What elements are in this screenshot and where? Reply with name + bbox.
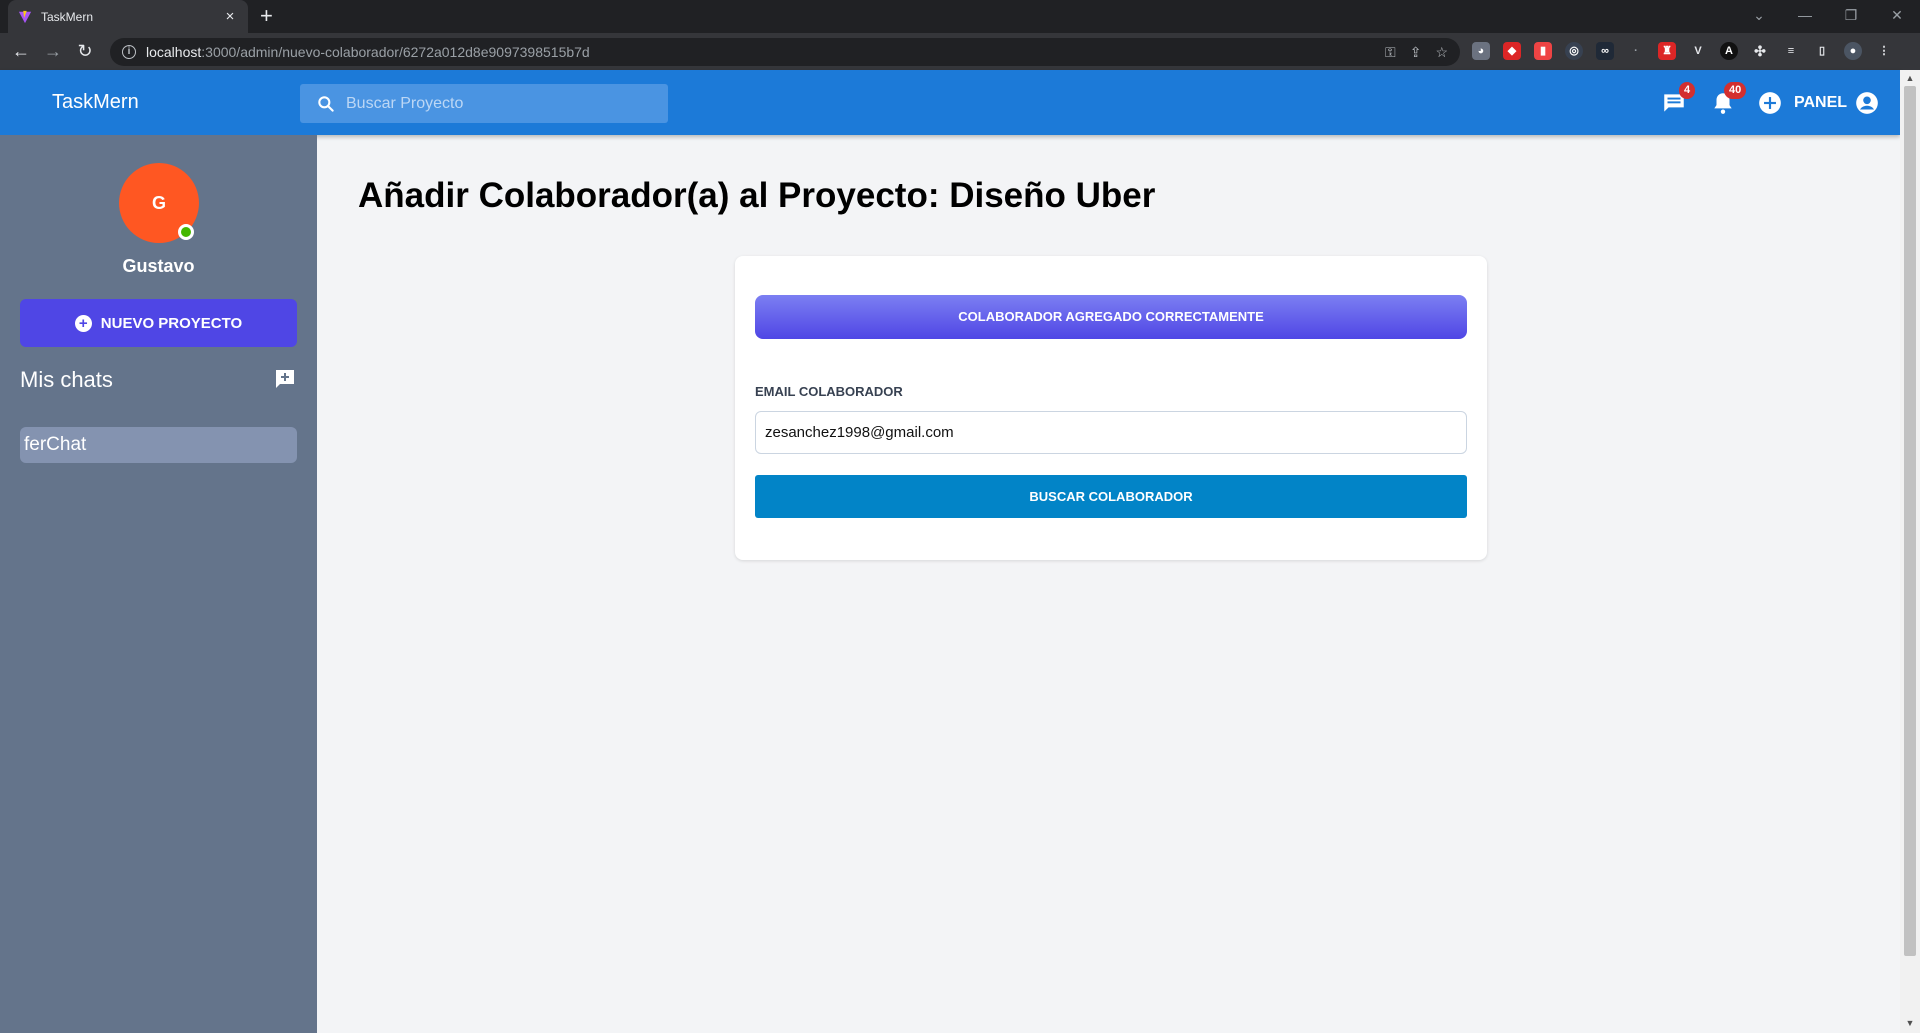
new-project-button[interactable]: + NUEVO PROYECTO	[20, 299, 297, 347]
share-icon[interactable]: ⇪	[1410, 44, 1422, 61]
panel-link[interactable]: PANEL	[1794, 94, 1847, 112]
tab-title: TaskMern	[41, 9, 94, 24]
add-circle-icon[interactable]	[1757, 90, 1783, 116]
side-panel-icon[interactable]: ▯	[1813, 42, 1831, 60]
extension-v-icon[interactable]: V	[1689, 42, 1707, 60]
url-text[interactable]: localhost:3000/admin/nuevo-colaborador/6…	[146, 44, 1385, 60]
email-field[interactable]	[755, 411, 1467, 454]
browser-tab-bar: TaskMern × + ⌄ — ❐ ✕	[0, 0, 1920, 33]
success-alert: Colaborador agregado correctamente	[755, 295, 1467, 339]
close-window-icon[interactable]: ✕	[1874, 0, 1920, 30]
search-collaborator-button[interactable]: Buscar Colaborador	[755, 475, 1467, 518]
window-controls: ⌄ — ❐ ✕	[1736, 0, 1920, 30]
chats-heading: Mis chats	[20, 367, 113, 392]
vite-favicon-icon	[18, 10, 32, 23]
notification-badge: 40	[1724, 82, 1747, 99]
extension-glasses-icon[interactable]: ∞	[1596, 42, 1614, 60]
email-label: Email Colaborador	[755, 384, 903, 399]
add-chat-icon[interactable]	[275, 369, 295, 389]
page-scrollbar[interactable]: ▲ ▼	[1900, 70, 1920, 1033]
bookmark-star-icon[interactable]: ☆	[1435, 44, 1448, 61]
extension-red-icon[interactable]: ▮	[1534, 42, 1552, 60]
forward-arrow-icon[interactable]: →	[42, 41, 64, 61]
extensions-puzzle-icon[interactable]: ✣	[1751, 42, 1769, 60]
chat-list-item[interactable]: ferChat	[20, 427, 297, 463]
browser-toolbar: ← → ↻ i localhost:3000/admin/nuevo-colab…	[0, 33, 1920, 70]
back-arrow-icon[interactable]: ←	[10, 41, 32, 61]
extension-a-icon[interactable]: A	[1720, 42, 1738, 60]
minimize-icon[interactable]: —	[1782, 0, 1828, 30]
search-input[interactable]	[346, 94, 646, 113]
browser-tab[interactable]: TaskMern ×	[8, 0, 248, 33]
profile-avatar-icon[interactable]: ●	[1844, 42, 1862, 60]
account-circle-icon[interactable]	[1854, 90, 1880, 116]
online-status-dot	[178, 224, 194, 240]
page-title: Añadir Colaborador(a) al Proyecto: Diseñ…	[358, 176, 1156, 215]
username: Gustavo	[122, 256, 195, 276]
new-project-label: NUEVO PROYECTO	[100, 314, 243, 332]
plus-circle-icon: +	[74, 314, 92, 332]
sidebar: G Gustavo + NUEVO PROYECTO Mis chats fer…	[0, 135, 317, 1033]
extension-cat-icon[interactable]: ◕	[1472, 42, 1490, 60]
extensions-area: ◕ ◆ ▮ ◎ ∞ · ♜ V A ✣ ≡ ▯ ● ⋮	[1472, 42, 1893, 60]
reload-icon[interactable]: ↻	[74, 41, 96, 61]
search-icon	[318, 95, 334, 112]
extension-dim-icon[interactable]: ·	[1627, 42, 1645, 60]
browser-menu-icon[interactable]: ⋮	[1875, 42, 1893, 60]
scroll-down-icon[interactable]: ▼	[1900, 1018, 1920, 1028]
media-control-icon[interactable]: ≡	[1782, 42, 1800, 60]
extension-circle-icon[interactable]: ◎	[1565, 42, 1583, 60]
collaborator-form-card: Colaborador agregado correctamente Email…	[735, 256, 1487, 560]
extension-shield-icon[interactable]: ◆	[1503, 42, 1521, 60]
site-info-icon[interactable]: i	[122, 45, 136, 59]
app-logo[interactable]: TaskMern	[52, 91, 139, 114]
scroll-up-icon[interactable]: ▲	[1900, 73, 1920, 83]
search-box[interactable]	[300, 84, 668, 123]
new-tab-button[interactable]: +	[260, 4, 273, 28]
tab-close-icon[interactable]: ×	[222, 8, 238, 25]
chat-badge: 4	[1679, 82, 1696, 99]
extension-puppet-icon[interactable]: ♜	[1658, 42, 1676, 60]
restore-icon[interactable]: ❐	[1828, 0, 1874, 30]
key-icon[interactable]: ⚿	[1385, 44, 1396, 61]
app-header: TaskMern 4 40 PANEL	[0, 70, 1900, 135]
scroll-thumb[interactable]	[1904, 86, 1916, 956]
tab-search-icon[interactable]: ⌄	[1736, 0, 1782, 30]
address-bar[interactable]: i localhost:3000/admin/nuevo-colaborador…	[110, 38, 1460, 66]
